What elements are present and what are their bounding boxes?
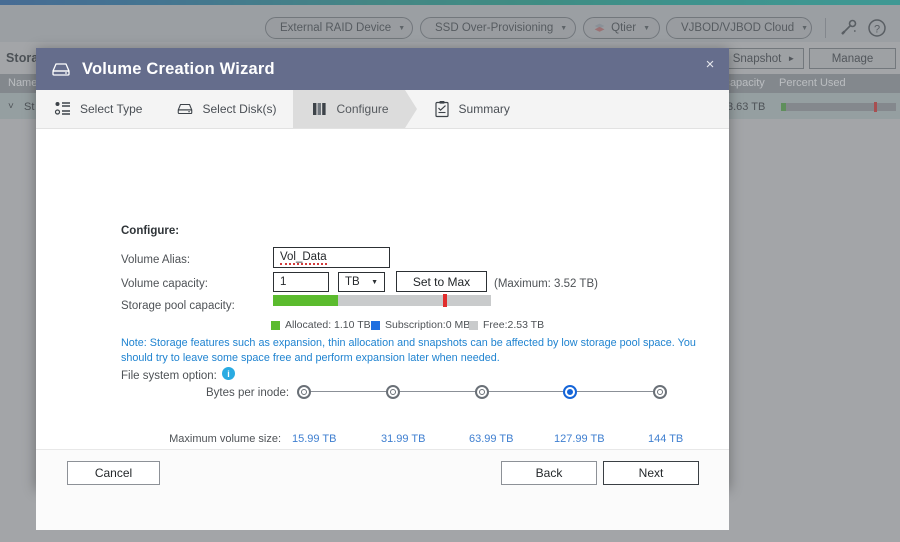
volume-capacity-input[interactable]: 1 (273, 272, 329, 292)
legend-swatch-subscription (371, 321, 380, 330)
legend-swatch-allocated (271, 321, 280, 330)
dialog-title: Volume Creation Wizard (82, 60, 275, 79)
storage-pool-allocated-segment (273, 295, 338, 306)
storage-pool-threshold-marker (443, 294, 447, 307)
clipboard-check-icon (433, 100, 451, 118)
volume-capacity-label: Volume capacity: (121, 278, 208, 290)
cell-max-volume-size-4k: 15.99 TB (292, 433, 336, 445)
legend-label-free: Free:2.53 TB (483, 319, 544, 331)
radio-bytes-per-inode-32k[interactable] (563, 385, 577, 399)
legend-item-allocated: Allocated: 1.10 TB (271, 319, 371, 331)
volume-alias-label: Volume Alias: (121, 254, 190, 266)
storage-pool-capacity-bar (273, 295, 491, 306)
cell-max-volume-size-32k: 127.99 TB (554, 433, 605, 445)
chevron-down-icon: ▼ (371, 279, 378, 286)
volume-capacity-unit-select[interactable]: TB ▼ (338, 272, 385, 292)
configure-panel: Configure: Volume Alias: Vol_Data Volume… (36, 129, 729, 449)
cell-max-volume-size-16k: 63.99 TB (469, 433, 513, 445)
legend-swatch-free (469, 321, 478, 330)
columns-icon (311, 100, 329, 118)
set-to-max-button[interactable]: Set to Max (396, 271, 487, 292)
legend-item-free: Free:2.53 TB (469, 319, 544, 331)
section-title: Configure: (121, 225, 179, 237)
bytes-per-inode-label: Bytes per inode: (206, 387, 289, 399)
wizard-step-label: Summary (459, 102, 510, 116)
radio-bytes-per-inode-8k[interactable] (386, 385, 400, 399)
radio-bytes-per-inode-4k[interactable] (297, 385, 311, 399)
wizard-step-label: Configure (337, 102, 389, 116)
volume-alias-input[interactable]: Vol_Data (273, 247, 390, 268)
row-label-maximum-volume-size: Maximum volume size: (91, 433, 281, 445)
cancel-button[interactable]: Cancel (67, 461, 160, 485)
disk-icon (50, 60, 72, 78)
back-button[interactable]: Back (501, 461, 597, 485)
wizard-steps: Select Type Select Disk(s) Configure (36, 90, 729, 129)
list-icon (54, 100, 72, 118)
next-button[interactable]: Next (603, 461, 699, 485)
file-system-option-label: File system option: (121, 370, 217, 382)
wizard-step-select-type[interactable]: Select Type (36, 90, 158, 128)
disk-icon (176, 100, 194, 118)
wizard-step-summary[interactable]: Summary (405, 90, 526, 128)
legend-item-subscription: Subscription:0 MB (371, 319, 470, 331)
radio-bytes-per-inode-64k[interactable] (653, 385, 667, 399)
cell-max-volume-size-64k: 144 TB (648, 433, 683, 445)
dialog-title-bar: Volume Creation Wizard × (36, 48, 729, 90)
legend-label-allocated: Allocated: 1.10 TB (285, 319, 371, 331)
low-space-note: Note: Storage features such as expansion… (121, 336, 707, 366)
wizard-step-label: Select Type (80, 102, 142, 116)
volume-creation-wizard-dialog: Volume Creation Wizard × Select Type Sel… (36, 48, 729, 488)
volume-capacity-unit-value: TB (345, 276, 360, 288)
radio-bytes-per-inode-16k[interactable] (475, 385, 489, 399)
volume-capacity-maximum-note: (Maximum: 3.52 TB) (494, 278, 598, 290)
volume-capacity-value: 1 (280, 276, 286, 288)
wizard-step-label: Select Disk(s) (202, 102, 276, 116)
info-icon[interactable]: i (222, 367, 235, 380)
wizard-step-configure[interactable]: Configure (293, 90, 405, 128)
legend-label-subscription: Subscription:0 MB (385, 319, 470, 331)
volume-alias-value: Vol_Data (280, 251, 327, 265)
cell-max-volume-size-8k: 31.99 TB (381, 433, 425, 445)
dialog-footer: Cancel Back Next (36, 449, 729, 530)
wizard-step-select-disks[interactable]: Select Disk(s) (158, 90, 292, 128)
close-icon[interactable]: × (701, 55, 719, 73)
storage-pool-capacity-label: Storage pool capacity: (121, 300, 235, 312)
